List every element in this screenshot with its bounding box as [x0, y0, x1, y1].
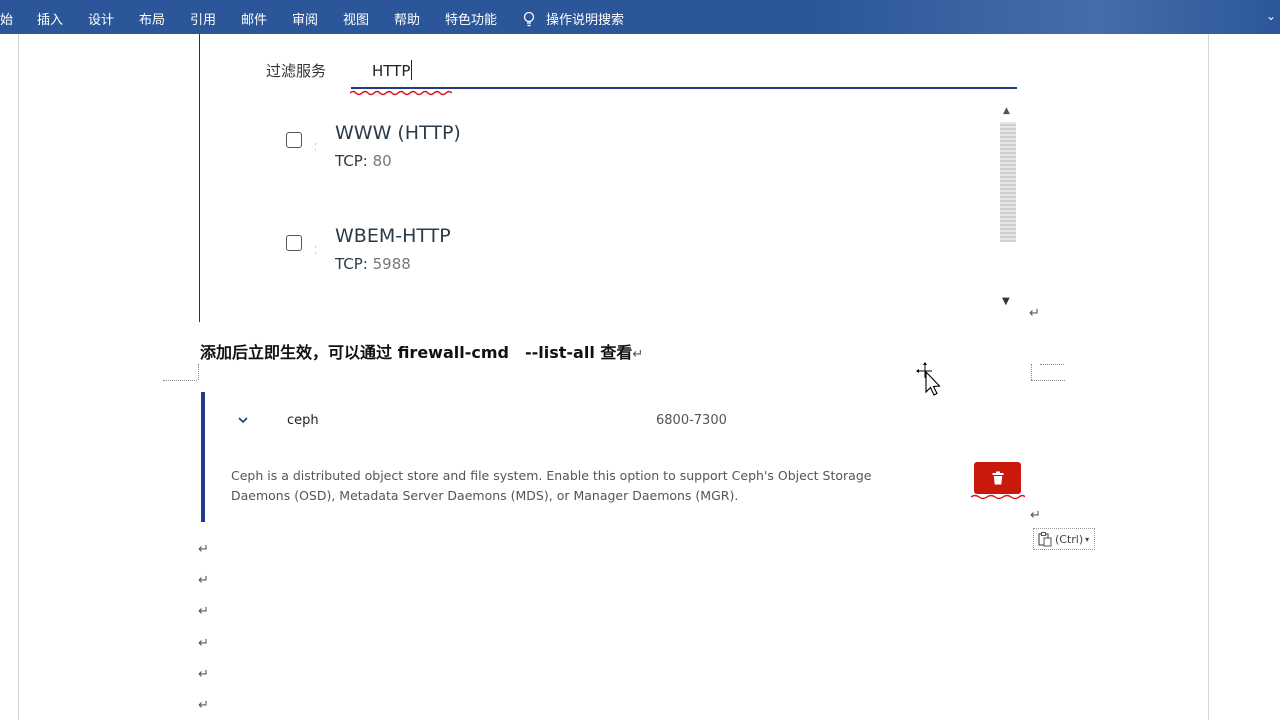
image-frame-guide [1031, 380, 1065, 381]
service-name: WWW (HTTP) [335, 122, 461, 144]
tab-help[interactable]: 帮助 [394, 9, 420, 28]
paragraph-mark-icon: ↵ [198, 573, 209, 588]
paragraph-mark-icon: ↵ [1029, 306, 1040, 321]
tell-me-label: 操作说明搜索 [546, 13, 625, 28]
spellcheck-squiggle [350, 90, 452, 96]
annotation-underline [971, 494, 1025, 500]
drag-dots: · · [314, 243, 317, 259]
clipboard-icon [1038, 532, 1052, 547]
image-frame-guide [163, 380, 197, 381]
document-paragraph[interactable]: 添加后立即生效，可以通过 firewall-cmd --list-all 查看↵ [200, 339, 643, 363]
service-checkbox[interactable] [286, 132, 302, 148]
tab-insert[interactable]: 插入 [37, 9, 63, 28]
scroll-down-arrow-icon[interactable]: ▼ [1002, 296, 1010, 307]
image-frame-guide [198, 364, 199, 380]
firewall-service-picker: 过滤服务 HTTP · · WWW (HTTP) TCP: 80 · · WBEM-… [199, 34, 1029, 322]
service-port: TCP: 5988 [335, 255, 411, 273]
paragraph-mark-icon: ↵ [198, 636, 209, 651]
text-caret [411, 60, 413, 80]
port-number: 80 [372, 152, 392, 170]
dropdown-caret-icon: ▾ [1085, 534, 1090, 544]
filter-input-value: HTTP [372, 62, 411, 80]
image-frame-guide [1031, 364, 1032, 380]
tab-references[interactable]: 引用 [190, 9, 216, 28]
scrollbar-thumb[interactable] [1000, 122, 1016, 242]
trash-icon [992, 471, 1003, 485]
page-edge-right [1208, 34, 1209, 720]
tab-special-features[interactable]: 特色功能 [445, 9, 497, 28]
paragraph-mark-icon: ↵ [198, 604, 209, 619]
port-protocol: TCP: [335, 152, 368, 170]
service-description: Ceph is a distributed object store and f… [231, 468, 872, 503]
port-protocol: TCP: [335, 255, 368, 273]
paste-options-button[interactable]: (Ctrl) ▾ [1033, 528, 1095, 550]
tab-design[interactable]: 设计 [88, 9, 114, 28]
tell-me-search[interactable]: 操作说明搜索 [522, 9, 624, 28]
move-cursor-icon [916, 362, 941, 396]
service-name: WBEM-HTTP [335, 225, 451, 247]
filter-services-input[interactable]: HTTP [372, 60, 413, 80]
tab-layout[interactable]: 布局 [139, 9, 165, 28]
paragraph-mark-icon: ↵ [198, 542, 209, 557]
service-ports: 6800-7300 [656, 413, 727, 428]
tab-view[interactable]: 视图 [343, 9, 369, 28]
tab-mailings[interactable]: 邮件 [241, 9, 267, 28]
lightbulb-icon [523, 11, 535, 26]
ribbon-background-decoration [820, 0, 1280, 34]
ribbon-menu-bar: 始 插入 设计 布局 引用 邮件 审阅 视图 帮助 特色功能 操作说明搜索 ⌄ [0, 0, 1280, 34]
page-edge-left [18, 34, 19, 720]
service-checkbox[interactable] [286, 235, 302, 251]
paragraph-text: 添加后立即生效，可以通过 firewall-cmd --list-all 查看 [200, 343, 633, 362]
ribbon-caret-icon[interactable]: ⌄ [1266, 9, 1276, 23]
scroll-up-arrow-icon[interactable]: ▲ [1003, 106, 1010, 116]
ceph-service-panel: ceph 6800-7300 Ceph is a distributed obj… [201, 392, 1025, 522]
tab-review[interactable]: 审阅 [292, 9, 318, 28]
delete-button[interactable] [974, 462, 1021, 494]
paragraph-mark-icon: ↵ [198, 667, 209, 682]
chevron-down-icon[interactable] [237, 414, 249, 426]
image-frame-guide [1040, 364, 1064, 365]
filter-input-underline [351, 87, 1017, 89]
filter-services-label: 过滤服务 [266, 62, 327, 80]
paste-options-label: (Ctrl) [1055, 532, 1084, 546]
service-port: TCP: 80 [335, 152, 392, 170]
paragraph-mark-icon: ↵ [198, 698, 209, 713]
port-number: 5988 [372, 255, 411, 273]
tab-start[interactable]: 始 [0, 9, 13, 28]
paragraph-mark-icon: ↵ [1030, 508, 1041, 523]
paragraph-mark-icon: ↵ [632, 347, 644, 362]
service-name: ceph [287, 413, 319, 428]
drag-dots: · · [314, 140, 317, 156]
